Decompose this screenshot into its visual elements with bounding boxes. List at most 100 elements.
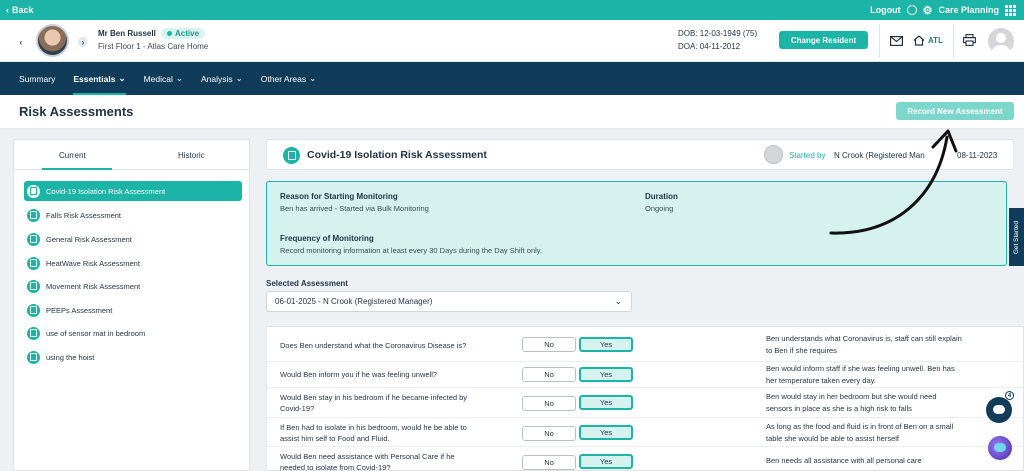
comment-line: to Ben if she requires: [766, 346, 837, 355]
comment-line: Ben needs all assistance with all person…: [766, 456, 922, 465]
assistant-icon[interactable]: [988, 436, 1012, 460]
assessment-sidebar: Current Historic Covid-19 Isolation Risk…: [13, 139, 250, 471]
answer-no-button[interactable]: No: [522, 337, 576, 352]
sidebar-item-label: Movement Risk Assessment: [46, 281, 141, 291]
question-text: If Ben had to isolate in his bedroom, wo…: [280, 422, 520, 444]
sidebar-item-hoist[interactable]: using the hoist: [24, 347, 242, 367]
reason-label: Reason for Starting Monitoring: [280, 192, 398, 201]
question-line: assist him self to Food and Fluid.: [280, 434, 390, 443]
sidebar-item-falls[interactable]: Falls Risk Assessment: [24, 205, 242, 225]
selected-assessment-value: 06-01-2025 - N Crook (Registered Manager…: [275, 297, 433, 306]
question-line: Would Ben inform you if he was feeling u…: [280, 370, 438, 379]
answer-yes-button[interactable]: Yes: [579, 425, 633, 440]
answer-no-button[interactable]: No: [522, 396, 576, 411]
page-header: Risk Assessments: [0, 95, 1024, 129]
resident-name: Mr Ben Russell: [98, 29, 156, 38]
question-line: If Ben had to isolate in his bedroom, wo…: [280, 423, 467, 432]
answer-yes-button[interactable]: Yes: [579, 454, 633, 469]
resident-avatar: [36, 24, 69, 57]
author-avatar: [764, 145, 783, 164]
assessment-icon: [27, 208, 40, 222]
question-text: Would Ben stay in his bedroom if he beca…: [280, 392, 520, 414]
selected-assessment-select[interactable]: 06-01-2025 - N Crook (Registered Manager…: [266, 291, 632, 312]
assessment-icon: [27, 326, 40, 340]
logout-icon[interactable]: [906, 5, 917, 15]
mail-icon[interactable]: [890, 36, 903, 46]
divider: [953, 24, 954, 58]
assessment-icon: [27, 184, 40, 198]
previous-resident-button[interactable]: ‹: [16, 37, 26, 47]
sidebar-tabs: Current Historic: [14, 140, 249, 170]
question-row: Would Ben need assistance with Personal …: [267, 447, 1023, 471]
back-label: Back: [12, 5, 34, 15]
comment-line: Ben would stay in her bedroom but she wo…: [766, 392, 937, 401]
nav-other-areas[interactable]: Other Areas ⌄: [261, 62, 316, 95]
tab-current[interactable]: Current: [59, 151, 86, 160]
change-resident-button[interactable]: Change Resident: [779, 31, 868, 49]
answer-comment: Ben would stay in her bedroom but she wo…: [766, 391, 1016, 415]
get-started-tab[interactable]: Get Started: [1009, 208, 1024, 266]
answer-no-button[interactable]: No: [522, 426, 576, 441]
question-text: Would Ben inform you if he was feeling u…: [280, 369, 520, 380]
apps-grid-icon[interactable]: [1005, 4, 1016, 16]
sidebar-item-movement[interactable]: Movement Risk Assessment: [24, 276, 242, 296]
answer-yes-button[interactable]: Yes: [579, 367, 633, 382]
assessment-icon: [283, 147, 300, 164]
question-row: Does Ben understand what the Coronavirus…: [267, 327, 1023, 362]
nav-label: Essentials: [73, 73, 116, 84]
question-row: Would Ben inform you if he was feeling u…: [267, 362, 1023, 388]
nav-medical[interactable]: Medical ⌄: [144, 62, 183, 95]
assessment-icon: [27, 232, 40, 246]
logout-link[interactable]: Logout: [870, 5, 901, 15]
sidebar-item-peeps[interactable]: PEEPs Assessment: [24, 300, 242, 320]
assessment-icon: [27, 303, 40, 317]
question-line: Does Ben understand what the Coronavirus…: [280, 341, 467, 350]
main-nav: Summary Essentials ⌄ Medical ⌄ Analysis ⌄ O…: [0, 62, 1024, 95]
nav-label: Other Areas: [260, 73, 307, 84]
questions-table: Does Ben understand what the Coronavirus…: [266, 326, 1024, 471]
sidebar-item-sensor-mat[interactable]: use of sensor mat in bedroom: [24, 323, 242, 343]
gear-icon[interactable]: ⚙: [923, 4, 933, 17]
sidebar-item-general[interactable]: General Risk Assessment: [24, 229, 242, 249]
tab-historic[interactable]: Historic: [178, 151, 205, 160]
answer-yes-button[interactable]: Yes: [579, 337, 633, 352]
nav-summary[interactable]: Summary: [19, 62, 55, 95]
comment-line: table she would be able to assist hersel…: [766, 434, 899, 443]
selected-assessment-label: Selected Assessment: [266, 279, 348, 288]
chat-count-badge: 4: [1005, 391, 1014, 400]
nav-essentials[interactable]: Essentials ⌄: [73, 62, 126, 95]
comment-line: sensors in place as she is a high risk t…: [766, 404, 912, 413]
assessment-icon: [27, 279, 40, 293]
back-link[interactable]: ‹ Back: [6, 5, 34, 15]
sidebar-item-covid-19-isolation[interactable]: Covid-19 Isolation Risk Assessment: [24, 181, 242, 201]
question-line: needed to isolate from Covid-19?: [280, 463, 391, 471]
answer-no-button[interactable]: No: [522, 367, 576, 382]
next-resident-button[interactable]: ›: [78, 37, 88, 47]
sidebar-item-heatwave[interactable]: HeatWave Risk Assessment: [24, 253, 242, 273]
question-line: Covid-19?: [280, 404, 315, 413]
nav-analysis[interactable]: Analysis ⌄: [201, 62, 243, 95]
page-title: Risk Assessments: [19, 104, 134, 119]
duration-label: Duration: [645, 192, 678, 201]
home-code[interactable]: ATL: [928, 36, 943, 45]
started-by-label: Started by: [789, 151, 826, 160]
chevron-down-icon: ⌄: [614, 296, 622, 306]
comment-line: Ben understands what Coronavirus is, sta…: [766, 334, 962, 343]
answer-yes-button[interactable]: Yes: [579, 395, 633, 410]
comment-line: her temperature taken every day.: [766, 376, 876, 385]
answer-no-button[interactable]: No: [522, 455, 576, 470]
assessment-title: Covid-19 Isolation Risk Assessment: [307, 149, 487, 161]
chevron-down-icon: ⌄: [309, 73, 317, 83]
sidebar-item-label: Falls Risk Assessment: [46, 210, 122, 220]
home-icon[interactable]: [913, 35, 925, 46]
record-new-assessment-button[interactable]: Record New Assessment: [896, 102, 1014, 120]
user-avatar[interactable]: [988, 28, 1014, 54]
printer-icon[interactable]: [963, 34, 976, 46]
chat-icon[interactable]: [986, 397, 1012, 423]
app-switcher-label[interactable]: Care Planning: [938, 5, 999, 15]
resident-bar: ‹ › Mr Ben Russell Active First Floor 1 …: [0, 20, 1024, 62]
sidebar-item-label: use of sensor mat in bedroom: [46, 328, 146, 338]
frequency-value: Record monitoring information at least e…: [280, 246, 543, 255]
chevron-left-icon: ‹: [6, 5, 9, 15]
question-line: Would Ben need assistance with Personal …: [280, 452, 455, 461]
